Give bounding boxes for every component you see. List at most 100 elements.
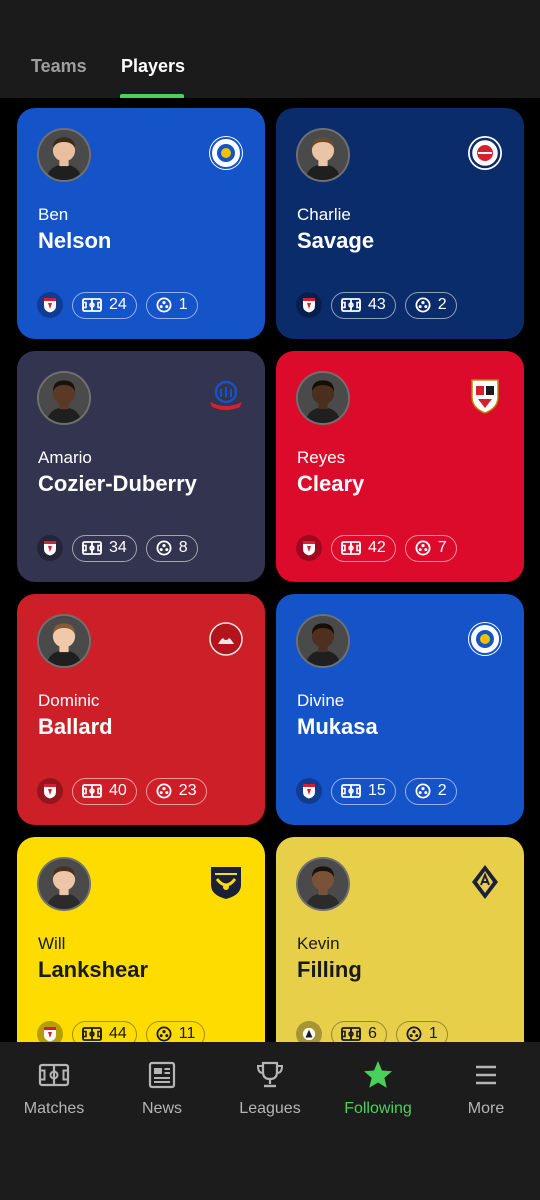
nav-label: Matches	[23, 1100, 85, 1117]
player-card[interactable]: Reyes Cleary 42 7	[276, 351, 524, 582]
player-avatar	[296, 128, 350, 182]
player-first-name: Amario	[38, 448, 92, 467]
leyton-orient-crest-icon	[207, 620, 245, 658]
player-card[interactable]: Divine Mukasa 15 2	[276, 594, 524, 825]
player-first-name: Kevin	[297, 934, 340, 953]
appearances-pill: 24	[72, 291, 137, 319]
appearances-pill: 40	[72, 777, 137, 805]
nav-leagues[interactable]: Leagues	[216, 1058, 324, 1118]
goals-count: 23	[178, 782, 197, 799]
nav-label: Leagues	[239, 1100, 301, 1117]
player-avatar	[296, 614, 350, 668]
player-last-name: Nelson	[38, 228, 112, 253]
trophy-icon	[256, 1061, 284, 1088]
aik-crest-icon	[466, 863, 504, 901]
appearances-pill: 34	[72, 534, 137, 562]
tab-teams[interactable]: Teams	[31, 56, 87, 77]
efl-icon	[296, 535, 322, 561]
player-avatar	[37, 371, 91, 425]
goals-count: 1	[428, 1025, 438, 1042]
ball-icon	[156, 297, 172, 313]
pitch-icon	[82, 541, 102, 555]
player-card[interactable]: Charlie Savage 43 2	[276, 108, 524, 339]
nav-label: Following	[344, 1100, 412, 1117]
player-card[interactable]: Will Lankshear 44 11	[17, 837, 265, 1042]
player-avatar	[37, 857, 91, 911]
appearances-count: 6	[368, 1025, 377, 1042]
pitch-icon	[82, 298, 102, 312]
tab-players[interactable]: Players	[121, 56, 185, 77]
goals-pill: 7	[404, 534, 457, 562]
reading-crest-icon	[466, 134, 504, 172]
goals-count: 1	[178, 296, 188, 313]
goals-count: 2	[437, 782, 447, 799]
ball-icon	[156, 1026, 172, 1042]
player-stats: 42 7	[296, 534, 457, 562]
nav-following[interactable]: Following	[324, 1058, 432, 1118]
player-last-name: Mukasa	[297, 714, 378, 739]
ball-icon	[406, 1026, 422, 1042]
leicester-crest-icon	[466, 620, 504, 658]
player-card[interactable]: Amario Cozier-Duberry 34 8	[17, 351, 265, 582]
player-last-name: Lankshear	[38, 957, 149, 982]
players-grid: Ben Nelson 24 1 Charlie Savage 43 2 Amario Cozier…	[0, 98, 540, 1042]
star-icon	[364, 1061, 392, 1088]
top-bar: Teams Players	[0, 0, 540, 98]
appearances-count: 15	[368, 782, 386, 799]
player-first-name: Will	[38, 934, 66, 953]
ball-icon	[415, 783, 431, 799]
news-icon	[148, 1061, 176, 1089]
ball-icon	[415, 297, 431, 313]
bottom-navigation: Matches News Leagues Following More	[0, 1042, 540, 1200]
player-last-name: Savage	[297, 228, 375, 253]
goals-pill: 2	[404, 291, 457, 319]
nav-label: News	[141, 1100, 182, 1117]
pitch-icon	[341, 298, 361, 312]
nav-matches[interactable]: Matches	[0, 1058, 108, 1118]
appearances-count: 43	[368, 296, 386, 313]
pitch-icon	[38, 1063, 70, 1087]
appearances-count: 44	[109, 1025, 127, 1042]
player-last-name: Cozier-Duberry	[38, 471, 197, 496]
pitch-icon	[341, 541, 361, 555]
player-last-name: Ballard	[38, 714, 113, 739]
barnsley-crest-icon	[466, 377, 504, 415]
player-stats: 34 8	[37, 534, 198, 562]
player-card[interactable]: Kevin Filling 6 1	[276, 837, 524, 1042]
player-stats: 24 1	[37, 291, 198, 319]
oxford-united-crest-icon	[207, 863, 245, 901]
goals-count: 8	[178, 539, 188, 556]
player-stats: 61	[296, 1020, 448, 1042]
player-avatar	[37, 128, 91, 182]
player-first-name: Ben	[38, 205, 69, 224]
ball-icon	[415, 540, 431, 556]
goals-pill: 8	[145, 534, 198, 562]
nav-news[interactable]: News	[108, 1058, 216, 1118]
player-first-name: Reyes	[297, 448, 346, 467]
nav-more[interactable]: More	[432, 1058, 540, 1118]
appearances-pill: 15	[331, 777, 396, 805]
appearances-pill: 6	[331, 1020, 387, 1042]
player-stats: 44 11	[37, 1020, 206, 1042]
player-avatar	[37, 614, 91, 668]
player-avatar	[296, 857, 350, 911]
goals-pill: 2	[404, 777, 457, 805]
appearances-count: 42	[368, 539, 386, 556]
player-avatar	[296, 371, 350, 425]
goals-count: 7	[437, 539, 447, 556]
player-last-name: Cleary	[297, 471, 365, 496]
player-card[interactable]: Dominic Ballard 40 23	[17, 594, 265, 825]
efl-icon	[296, 292, 322, 318]
bolton-crest-icon	[207, 377, 245, 415]
efl-icon	[37, 1021, 63, 1042]
efl-icon	[37, 535, 63, 561]
efl-icon	[37, 778, 63, 804]
efl-icon	[296, 778, 322, 804]
player-card[interactable]: Ben Nelson 24 1	[17, 108, 265, 339]
pitch-icon	[341, 784, 361, 798]
player-stats: 40 23	[37, 777, 207, 805]
player-stats: 43 2	[296, 291, 457, 319]
appearances-pill: 42	[331, 534, 396, 562]
efl-icon	[37, 292, 63, 318]
player-first-name: Charlie	[297, 205, 351, 224]
